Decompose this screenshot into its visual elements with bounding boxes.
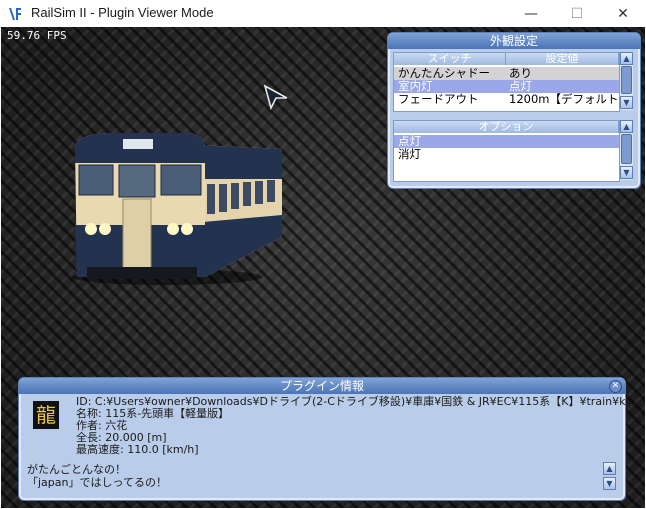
scroll-down-icon[interactable]: ▼ — [620, 96, 633, 109]
fps-counter: 59.76 FPS — [7, 29, 67, 42]
plugin-id: ID: C:¥Users¥owner¥Downloads¥Dドライブ(2-Cドラ… — [76, 395, 629, 408]
plugin-max-speed: 最高速度: 110.0 [km/h] — [76, 443, 199, 456]
switch-list-scrollbar[interactable]: ▲ ▼ — [619, 52, 633, 110]
maximize-icon: ☐ — [570, 5, 584, 22]
plugin-info-panel: プラグイン情報 ✕ 龍 ID: C:¥Users¥owner¥Downloads… — [18, 377, 629, 501]
plugin-icon: 龍 — [33, 401, 59, 429]
comment-scrollbar[interactable]: ▲ ▼ — [603, 462, 616, 492]
appearance-settings-panel: 外観設定 スイッチ 設定値 かんたんシャドー あり 室内灯 点灯 フェードアウト… — [387, 32, 641, 189]
plugin-author: 作者: 六花 — [76, 419, 128, 432]
close-icon[interactable]: ✕ — [609, 380, 622, 393]
column-header-value[interactable]: 設定値 — [506, 53, 619, 65]
options-list: オプション 点灯 消灯 — [393, 120, 620, 182]
plugin-info-title: プラグイン情報 — [19, 378, 625, 394]
railsim-app-icon — [7, 6, 23, 22]
arrow-cursor-icon — [263, 84, 288, 110]
minimize-button[interactable]: — — [508, 0, 554, 27]
scroll-down-icon[interactable]: ▼ — [620, 166, 633, 179]
close-button[interactable]: ✕ — [600, 0, 646, 27]
maximize-button[interactable]: ☐ — [554, 0, 600, 27]
scroll-down-icon[interactable]: ▼ — [603, 477, 616, 490]
appearance-panel-title: 外観設定 — [388, 33, 640, 49]
plugin-viewport[interactable]: 59.76 FPS 外観設定 スイッチ 設定値 かんたんシャドー あり 室内灯 … — [1, 27, 645, 508]
switch-list: スイッチ 設定値 かんたんシャドー あり 室内灯 点灯 フェードアウト 1200… — [393, 52, 620, 112]
option-row-off[interactable]: 消灯 — [394, 148, 619, 161]
plugin-length: 全長: 20.000 [m] — [76, 431, 167, 444]
scroll-up-icon[interactable]: ▲ — [620, 120, 633, 133]
minimize-icon: — — [524, 5, 538, 22]
train-model — [72, 133, 282, 285]
plugin-comment-line1: がたんごとんなの！ — [27, 463, 126, 476]
options-list-scrollbar[interactable]: ▲ ▼ — [619, 120, 633, 180]
scroll-thumb[interactable] — [621, 66, 632, 94]
option-row-on[interactable]: 点灯 — [394, 135, 619, 148]
plugin-comment-line2: 「japan」ではしってるの！ — [27, 476, 167, 489]
window-title: RailSim II - Plugin Viewer Mode — [31, 5, 214, 20]
column-header-switch[interactable]: スイッチ — [394, 53, 506, 65]
switch-row-fadeout[interactable]: フェードアウト 1200m【デフォルト】 — [394, 93, 619, 106]
scroll-thumb[interactable] — [621, 134, 632, 164]
options-header: オプション — [394, 121, 619, 133]
scroll-up-icon[interactable]: ▲ — [620, 52, 633, 65]
scroll-up-icon[interactable]: ▲ — [603, 462, 616, 475]
window-titlebar: RailSim II - Plugin Viewer Mode — ☐ ✕ — [0, 0, 646, 28]
close-icon: ✕ — [617, 5, 629, 22]
plugin-name: 名称: 115系-先頭車【軽量版】 — [76, 407, 230, 420]
